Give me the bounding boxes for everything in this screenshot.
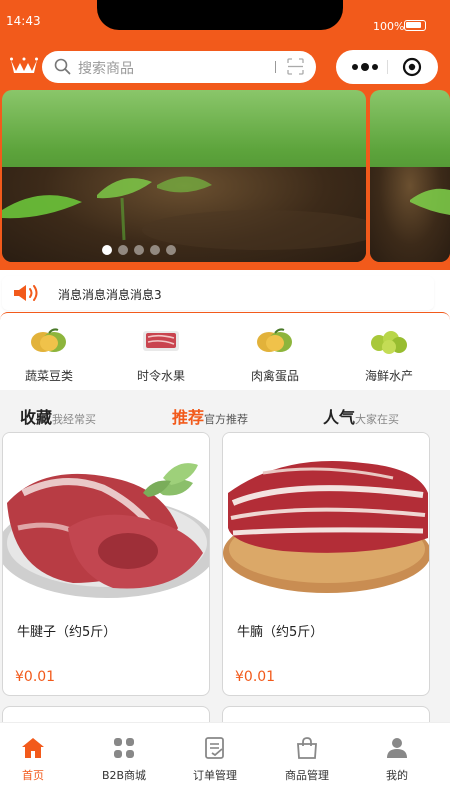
order-icon xyxy=(205,737,224,759)
category-item-vegetables[interactable]: 蔬菜豆类 xyxy=(4,325,94,384)
product-name: 牛腱子（约5斤） xyxy=(17,625,117,640)
bottom-tab-bar: 首页 B2B商城 订单管理 商品管理 我的 xyxy=(0,722,450,800)
product-card[interactable] xyxy=(2,706,210,722)
category-label: 蔬菜豆类 xyxy=(24,369,73,383)
tab-recommended[interactable]: 推荐官方推荐 xyxy=(172,404,248,428)
meat-tray-icon xyxy=(143,331,179,351)
category-label: 时令水果 xyxy=(136,369,185,383)
tab-b2b-mall[interactable]: B2B商城 xyxy=(79,737,169,783)
carousel-dot[interactable] xyxy=(118,245,128,255)
tab-label: B2B商城 xyxy=(101,769,147,782)
carousel-dot[interactable] xyxy=(134,245,144,255)
notice-text[interactable]: 消息消息消息消息3 xyxy=(58,286,162,303)
sprout-illustration xyxy=(2,176,366,250)
product-card[interactable] xyxy=(222,706,430,722)
status-time: 14:43 xyxy=(6,14,41,28)
status-bar: 14:43 100% xyxy=(0,0,450,44)
category-item-meat-eggs[interactable]: 肉禽蛋品 xyxy=(230,325,320,384)
category-label: 海鲜水产 xyxy=(364,369,413,383)
mango-icon xyxy=(31,328,66,352)
tab-title: 推荐 xyxy=(172,408,205,427)
tab-label: 订单管理 xyxy=(193,769,237,782)
top-header: 搜索商品 xyxy=(0,44,450,90)
bag-icon xyxy=(297,737,317,759)
crown-icon xyxy=(10,57,38,73)
product-card[interactable]: 牛腱子（约5斤） ¥0.01 xyxy=(2,432,210,696)
miniprogram-capsule xyxy=(336,50,438,84)
section-tabs: 收藏我经常买 推荐官方推荐 人气大家在买 xyxy=(0,390,450,430)
camera-notch xyxy=(97,0,343,30)
search-icon xyxy=(54,58,71,75)
tab-subtitle: 大家在买 xyxy=(355,413,400,426)
product-grid: 牛腱子（约5斤） ¥0.01 牛腩（约5斤） ¥0.01 xyxy=(0,430,450,722)
banner-carousel[interactable] xyxy=(0,90,450,264)
tab-label: 首页 xyxy=(22,769,44,782)
notice-bar[interactable]: 消息消息消息消息3 xyxy=(2,276,434,310)
category-row: 蔬菜豆类 时令水果 肉禽蛋品 海鲜水产 xyxy=(0,312,450,390)
banner-slide[interactable] xyxy=(2,90,366,262)
lime-fruit-icon xyxy=(371,331,407,354)
tab-label: 我的 xyxy=(386,769,408,782)
tab-profile[interactable]: 我的 xyxy=(352,737,442,783)
search-bar[interactable]: 搜索商品 xyxy=(42,51,316,83)
grid-icon xyxy=(114,738,134,758)
product-image-beef-shank xyxy=(3,433,209,605)
product-name: 牛腩（约5斤） xyxy=(237,625,324,640)
product-price: ¥0.01 xyxy=(15,669,56,685)
category-item-seafood[interactable]: 海鲜水产 xyxy=(344,325,434,384)
search-divider xyxy=(275,61,276,73)
category-label: 肉禽蛋品 xyxy=(250,369,299,383)
product-price: ¥0.01 xyxy=(235,669,276,685)
product-card[interactable]: 牛腩（约5斤） ¥0.01 xyxy=(222,432,430,696)
carousel-dot[interactable] xyxy=(150,245,160,255)
search-input[interactable]: 搜索商品 xyxy=(78,58,134,78)
carousel-dot-active[interactable] xyxy=(102,245,112,255)
battery-icon xyxy=(404,20,426,31)
close-miniprogram-icon[interactable] xyxy=(402,57,422,77)
battery-percent: 100% xyxy=(373,20,405,33)
mango-icon xyxy=(257,328,292,352)
scan-icon[interactable] xyxy=(287,58,304,75)
speaker-icon xyxy=(14,285,38,301)
tab-title: 收藏 xyxy=(20,408,53,427)
tab-favorites[interactable]: 收藏我经常买 xyxy=(20,404,96,428)
sprout-illustration xyxy=(410,188,450,215)
tab-orders[interactable]: 订单管理 xyxy=(170,737,260,783)
tab-home[interactable]: 首页 xyxy=(0,737,78,783)
product-image-beef-brisket xyxy=(223,433,429,605)
carousel-indicator xyxy=(102,240,182,259)
tab-products[interactable]: 商品管理 xyxy=(262,737,352,783)
banner-slide-next[interactable] xyxy=(370,90,450,262)
tab-popular[interactable]: 人气大家在买 xyxy=(323,404,399,428)
tab-subtitle: 我经常买 xyxy=(52,413,97,426)
tab-title: 人气 xyxy=(323,408,356,427)
category-item-fruits[interactable]: 时令水果 xyxy=(116,325,206,384)
more-icon[interactable] xyxy=(350,58,380,76)
capsule-divider xyxy=(387,60,388,74)
user-icon xyxy=(387,738,407,758)
tab-subtitle: 官方推荐 xyxy=(204,413,249,426)
home-icon xyxy=(22,738,44,758)
carousel-dot[interactable] xyxy=(166,245,176,255)
tab-label: 商品管理 xyxy=(285,769,329,782)
